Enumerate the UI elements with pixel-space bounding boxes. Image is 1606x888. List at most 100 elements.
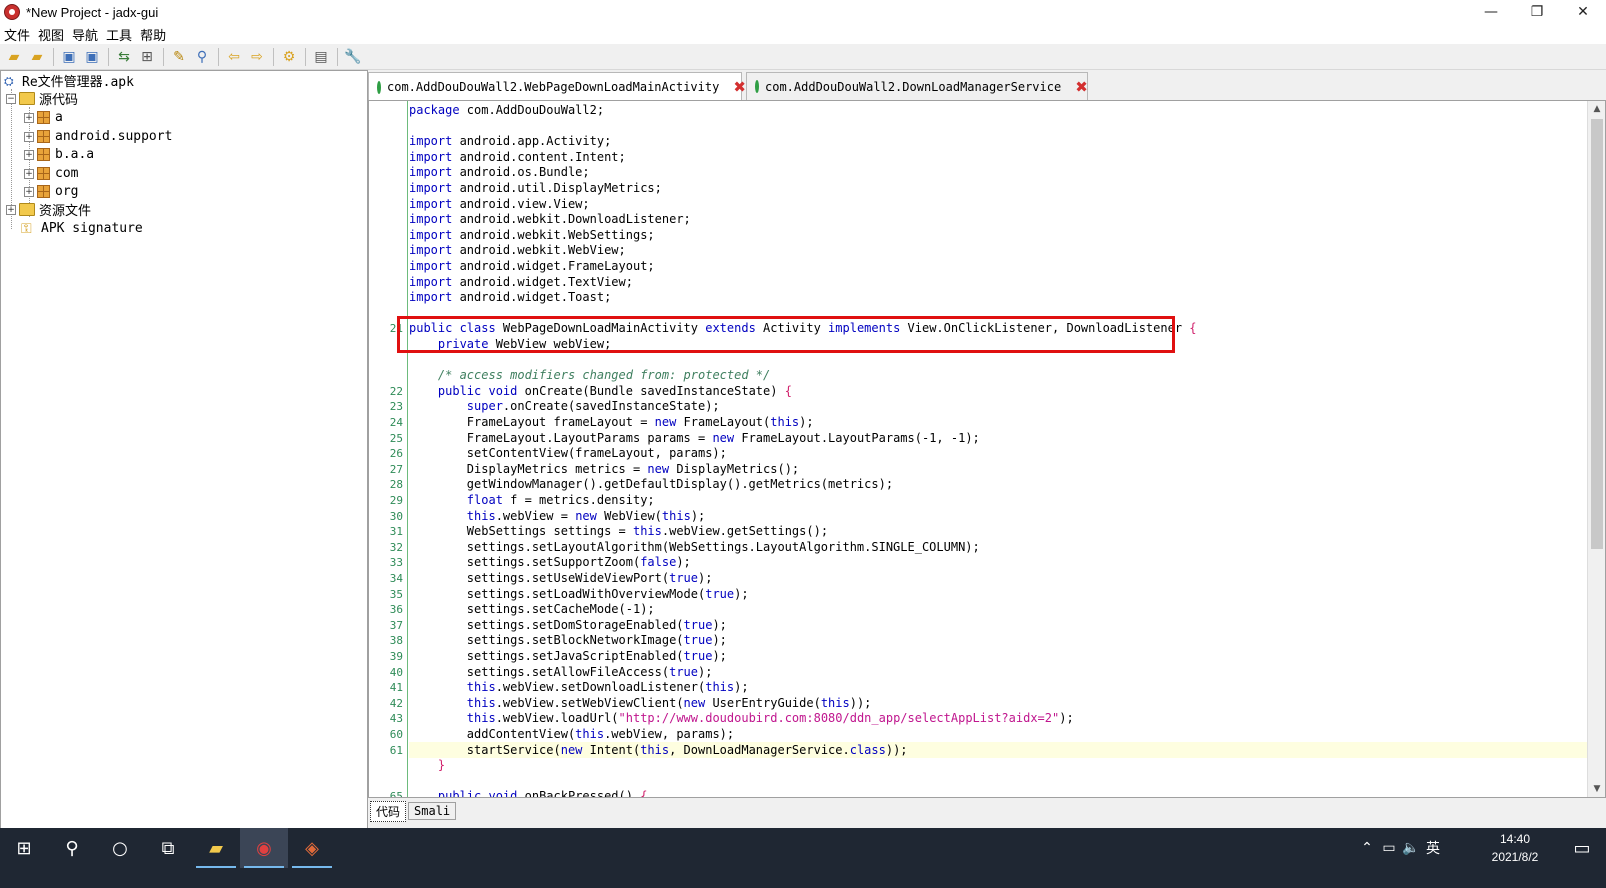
tree-package-baa[interactable]: + b.a.a — [24, 145, 94, 164]
code-line[interactable]: public void onCreate(Bundle savedInstanc… — [409, 384, 792, 399]
code-line[interactable]: import android.util.DisplayMetrics; — [409, 181, 662, 196]
tab-code[interactable]: 代码 — [370, 800, 407, 822]
scroll-up-icon[interactable]: ▲ — [1588, 101, 1605, 117]
tree-package-com[interactable]: + com — [24, 164, 78, 183]
code-line[interactable]: import android.app.Activity; — [409, 134, 611, 149]
cortana-icon[interactable]: ○ — [96, 828, 144, 868]
save-all-icon[interactable]: ▣ — [58, 46, 80, 68]
tree-root-apk[interactable]: ⛭ Re文件管理器.apk — [4, 71, 134, 91]
code-line[interactable]: settings.setAllowFileAccess(true); — [409, 665, 713, 680]
code-line[interactable]: import android.view.View; — [409, 197, 590, 212]
tree-package-a[interactable]: + a — [24, 108, 63, 127]
code-line[interactable]: FrameLayout frameLayout = new FrameLayou… — [409, 415, 814, 430]
tree-node-resources[interactable]: + 资源文件 — [6, 200, 91, 219]
vertical-scrollbar[interactable]: ▲ ▼ — [1587, 101, 1605, 797]
flatten-packages-icon[interactable]: ⊞ — [136, 46, 158, 68]
code-line[interactable]: settings.setJavaScriptEnabled(true); — [409, 649, 727, 664]
expand-toggle-icon[interactable]: + — [24, 112, 34, 123]
class-search-icon[interactable]: ⚲ — [191, 46, 213, 68]
code-line[interactable]: import android.widget.Toast; — [409, 290, 611, 305]
code-line[interactable]: getWindowManager().getDefaultDisplay().g… — [409, 477, 893, 492]
ime-indicator[interactable]: 英 — [1422, 838, 1444, 858]
code-line[interactable]: super.onCreate(savedInstanceState); — [409, 399, 720, 414]
tab-webpagedownloadmainactivity[interactable]: com.AddDouDouWall2.WebPageDownLoadMainAc… — [368, 72, 746, 101]
code-line[interactable]: FrameLayout.LayoutParams params = new Fr… — [409, 431, 980, 446]
code-line[interactable]: this.webView.setDownloadListener(this); — [409, 680, 749, 695]
close-tab-icon[interactable]: ✖ — [1075, 78, 1088, 96]
minimize-button[interactable]: — — [1468, 0, 1514, 24]
add-files-icon[interactable]: ▰ — [26, 46, 48, 68]
code-line[interactable]: settings.setSupportZoom(false); — [409, 555, 691, 570]
code-line[interactable]: import android.webkit.DownloadListener; — [409, 212, 691, 227]
back-arrow-icon[interactable]: ⇦ — [223, 46, 245, 68]
volume-icon[interactable]: 🔈 — [1400, 840, 1422, 856]
tree-package-org[interactable]: + org — [24, 182, 78, 201]
code-line[interactable]: this.webView.setWebViewClient(new UserEn… — [409, 696, 872, 711]
expand-toggle-icon[interactable]: + — [24, 131, 34, 142]
code-line[interactable]: this.webView.loadUrl("http://www.doudoub… — [409, 711, 1074, 726]
expand-toggle-icon[interactable]: + — [24, 186, 34, 197]
close-button[interactable]: ✕ — [1560, 0, 1606, 24]
export-icon[interactable]: ▣ — [81, 46, 103, 68]
expand-toggle-icon[interactable]: + — [6, 204, 16, 215]
code-line[interactable]: import android.content.Intent; — [409, 150, 626, 165]
code-line[interactable]: import android.os.Bundle; — [409, 165, 590, 180]
code-line[interactable]: addContentView(this.webView, params); — [409, 727, 734, 742]
tab-smali[interactable]: Smali — [408, 802, 457, 820]
scrollbar-thumb[interactable] — [1591, 119, 1603, 549]
expand-toggle-icon[interactable]: + — [24, 168, 34, 179]
code-line[interactable]: settings.setDomStorageEnabled(true); — [409, 618, 727, 633]
menu-navigate[interactable]: 导航 — [72, 25, 104, 44]
code-line[interactable]: import android.widget.TextView; — [409, 275, 633, 290]
code-line[interactable]: import android.webkit.WebSettings; — [409, 228, 655, 243]
collapse-toggle-icon[interactable]: − — [6, 93, 16, 104]
code-line[interactable]: import android.webkit.WebView; — [409, 243, 626, 258]
preferences-wrench-icon[interactable]: 🔧 — [342, 46, 364, 68]
code-line[interactable]: settings.setUseWideViewPort(true); — [409, 571, 713, 586]
menu-file[interactable]: 文件 — [4, 25, 36, 44]
tree-node-source[interactable]: − 源代码 — [6, 89, 78, 108]
tab-downloadmanagerservice[interactable]: com.AddDouDouWall2.DownLoadManagerServic… — [746, 72, 1088, 100]
text-search-icon[interactable]: ✎ — [168, 46, 190, 68]
code-line[interactable]: setContentView(frameLayout, params); — [409, 446, 727, 461]
sync-tree-icon[interactable]: ⇆ — [113, 46, 135, 68]
jadx-taskbar-icon[interactable]: ◉ — [240, 828, 288, 868]
code-line[interactable]: settings.setBlockNetworkImage(true); — [409, 633, 727, 648]
code-line[interactable]: this.webView = new WebView(this); — [409, 509, 705, 524]
forward-arrow-icon[interactable]: ⇨ — [246, 46, 268, 68]
log-viewer-icon[interactable]: ▤ — [310, 46, 332, 68]
menu-help[interactable]: 帮助 — [140, 25, 172, 44]
restore-button[interactable]: ❐ — [1514, 0, 1560, 24]
windows-start-icon[interactable]: ⊞ — [0, 828, 48, 868]
code-line[interactable]: WebSettings settings = this.webView.getS… — [409, 524, 828, 539]
code-line[interactable]: settings.setLoadWithOverviewMode(true); — [409, 587, 749, 602]
code-text[interactable]: package com.AddDouDouWall2; import androi… — [409, 101, 1587, 797]
tree-package-android-support[interactable]: + android.support — [24, 127, 172, 146]
menu-view[interactable]: 视图 — [38, 25, 70, 44]
tree-node-signature[interactable]: ⚿ APK signature — [21, 219, 143, 238]
scroll-down-icon[interactable]: ▼ — [1588, 781, 1605, 797]
app-taskbar-icon[interactable]: ◈ — [288, 828, 336, 868]
deobfuscation-icon[interactable]: ⚙ — [278, 46, 300, 68]
code-line[interactable]: package com.AddDouDouWall2; — [409, 103, 604, 118]
notification-icon[interactable]: ▭ — [1558, 828, 1606, 868]
code-line[interactable]: settings.setCacheMode(-1); — [409, 602, 655, 617]
code-line[interactable]: import android.widget.FrameLayout; — [409, 259, 655, 274]
code-line[interactable]: /* access modifiers changed from: protec… — [409, 368, 770, 383]
menu-tools[interactable]: 工具 — [106, 25, 138, 44]
file-explorer-icon[interactable]: ▰ — [192, 828, 240, 868]
code-line[interactable]: DisplayMetrics metrics = new DisplayMetr… — [409, 462, 799, 477]
expand-toggle-icon[interactable]: + — [24, 149, 34, 160]
close-tab-icon[interactable]: ✖ — [733, 78, 746, 96]
task-view-icon[interactable]: ⧉ — [144, 828, 192, 868]
code-line[interactable]: startService(new Intent(this, DownLoadMa… — [409, 743, 908, 758]
search-icon[interactable]: ⚲ — [48, 828, 96, 868]
open-file-icon[interactable]: ▰ — [3, 46, 25, 68]
chevron-up-icon[interactable]: ⌃ — [1356, 840, 1378, 856]
code-line[interactable]: settings.setLayoutAlgorithm(WebSettings.… — [409, 540, 980, 555]
network-icon[interactable]: ▭ — [1378, 840, 1400, 856]
code-editor[interactable]: 21 22 23 24 25 26 27 28 29 30 31 32 33 34 35 36 37 38 39 40… — [368, 100, 1606, 798]
code-line[interactable]: float f = metrics.density; — [409, 493, 655, 508]
taskbar-clock[interactable]: 14:40 2021/8/2 — [1480, 830, 1550, 866]
code-line[interactable]: public void onBackPressed() { — [409, 789, 648, 797]
